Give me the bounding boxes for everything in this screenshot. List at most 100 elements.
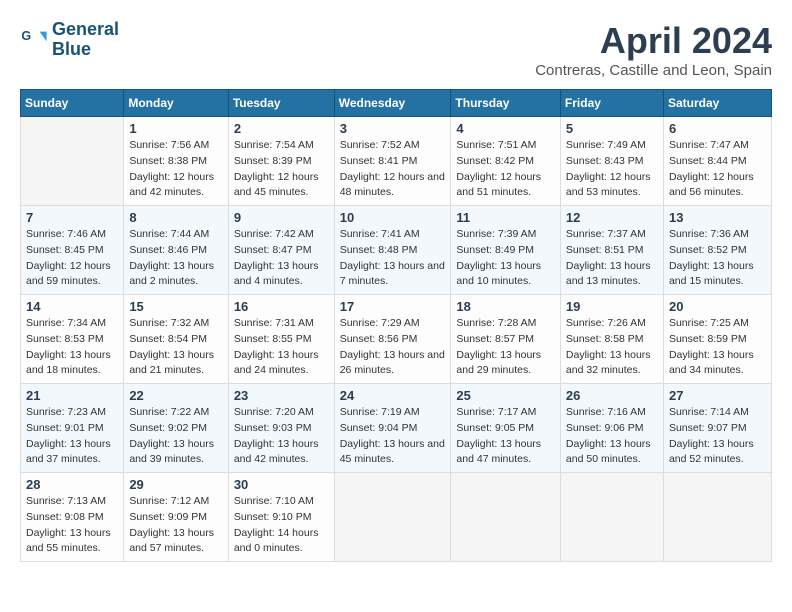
- calendar-day-cell: 22 Sunrise: 7:22 AMSunset: 9:02 PMDayligh…: [124, 384, 228, 473]
- calendar-day-cell: [560, 473, 663, 562]
- day-of-week-header: Wednesday: [334, 90, 451, 117]
- day-info: Sunrise: 7:51 AMSunset: 8:42 PMDaylight:…: [456, 138, 555, 201]
- day-info: Sunrise: 7:22 AMSunset: 9:02 PMDaylight:…: [129, 405, 222, 468]
- day-info: Sunrise: 7:52 AMSunset: 8:41 PMDaylight:…: [340, 138, 446, 201]
- day-info: Sunrise: 7:26 AMSunset: 8:58 PMDaylight:…: [566, 316, 658, 379]
- calendar-day-cell: [21, 117, 124, 206]
- day-info: Sunrise: 7:54 AMSunset: 8:39 PMDaylight:…: [234, 138, 329, 201]
- day-info: Sunrise: 7:42 AMSunset: 8:47 PMDaylight:…: [234, 227, 329, 290]
- day-number: 17: [340, 299, 446, 314]
- day-of-week-header: Sunday: [21, 90, 124, 117]
- day-number: 30: [234, 477, 329, 492]
- calendar-day-cell: [334, 473, 451, 562]
- day-of-week-header: Tuesday: [228, 90, 334, 117]
- calendar-day-cell: 5Sunrise: 7:49 AMSunset: 8:43 PMDaylight…: [560, 117, 663, 206]
- calendar-day-cell: 12 Sunrise: 7:37 AMSunset: 8:51 PMDayligh…: [560, 206, 663, 295]
- calendar-day-cell: 19 Sunrise: 7:26 AMSunset: 8:58 PMDayligh…: [560, 295, 663, 384]
- day-info: Sunrise: 7:37 AMSunset: 8:51 PMDaylight:…: [566, 227, 658, 290]
- calendar-day-cell: 16Sunrise: 7:31 AMSunset: 8:55 PMDayligh…: [228, 295, 334, 384]
- day-number: 4: [456, 121, 555, 136]
- day-info: Sunrise: 7:36 AMSunset: 8:52 PMDaylight:…: [669, 227, 766, 290]
- day-info: Sunrise: 7:56 AMSunset: 8:38 PMDaylight:…: [129, 138, 222, 201]
- day-number: 28: [26, 477, 118, 492]
- day-info: Sunrise: 7:39 AMSunset: 8:49 PMDaylight:…: [456, 227, 555, 290]
- calendar-week-row: 7Sunrise: 7:46 AMSunset: 8:45 PMDaylight…: [21, 206, 772, 295]
- calendar-week-row: 14 Sunrise: 7:34 AMSunset: 8:53 PMDayligh…: [21, 295, 772, 384]
- day-number: 20: [669, 299, 766, 314]
- day-info: Sunrise: 7:12 AMSunset: 9:09 PMDaylight:…: [129, 494, 222, 557]
- calendar-day-cell: 25 Sunrise: 7:17 AMSunset: 9:05 PMDayligh…: [451, 384, 561, 473]
- calendar-day-cell: 7Sunrise: 7:46 AMSunset: 8:45 PMDaylight…: [21, 206, 124, 295]
- day-number: 29: [129, 477, 222, 492]
- calendar-day-cell: 26 Sunrise: 7:16 AMSunset: 9:06 PMDayligh…: [560, 384, 663, 473]
- day-of-week-header: Saturday: [663, 90, 771, 117]
- calendar-day-cell: 3 Sunrise: 7:52 AMSunset: 8:41 PMDaylight…: [334, 117, 451, 206]
- day-info: Sunrise: 7:29 AMSunset: 8:56 PMDaylight:…: [340, 316, 446, 379]
- day-number: 1: [129, 121, 222, 136]
- day-number: 12: [566, 210, 658, 225]
- day-of-week-header: Thursday: [451, 90, 561, 117]
- day-info: Sunrise: 7:23 AMSunset: 9:01 PMDaylight:…: [26, 405, 118, 468]
- day-number: 13: [669, 210, 766, 225]
- day-number: 11: [456, 210, 555, 225]
- day-info: Sunrise: 7:34 AMSunset: 8:53 PMDaylight:…: [26, 316, 118, 379]
- calendar-week-row: 1 Sunrise: 7:56 AMSunset: 8:38 PMDaylight…: [21, 117, 772, 206]
- logo-text: General Blue: [52, 20, 119, 60]
- calendar-day-cell: 28Sunrise: 7:13 AMSunset: 9:08 PMDayligh…: [21, 473, 124, 562]
- calendar-day-cell: 13 Sunrise: 7:36 AMSunset: 8:52 PMDayligh…: [663, 206, 771, 295]
- calendar-day-cell: 11 Sunrise: 7:39 AMSunset: 8:49 PMDayligh…: [451, 206, 561, 295]
- location: Contreras, Castille and Leon, Spain: [535, 62, 772, 79]
- day-info: Sunrise: 7:19 AMSunset: 9:04 PMDaylight:…: [340, 405, 446, 468]
- logo-icon: G: [20, 26, 48, 54]
- day-of-week-header: Friday: [560, 90, 663, 117]
- calendar-day-cell: [451, 473, 561, 562]
- day-number: 8: [129, 210, 222, 225]
- day-info: Sunrise: 7:46 AMSunset: 8:45 PMDaylight:…: [26, 227, 118, 290]
- calendar-day-cell: 15Sunrise: 7:32 AMSunset: 8:54 PMDayligh…: [124, 295, 228, 384]
- day-info: Sunrise: 7:14 AMSunset: 9:07 PMDaylight:…: [669, 405, 766, 468]
- day-info: Sunrise: 7:17 AMSunset: 9:05 PMDaylight:…: [456, 405, 555, 468]
- day-number: 22: [129, 388, 222, 403]
- title-area: April 2024 Contreras, Castille and Leon,…: [535, 20, 772, 79]
- day-info: Sunrise: 7:10 AMSunset: 9:10 PMDaylight:…: [234, 494, 329, 557]
- day-number: 25: [456, 388, 555, 403]
- calendar-day-cell: 2 Sunrise: 7:54 AMSunset: 8:39 PMDaylight…: [228, 117, 334, 206]
- calendar-day-cell: 9 Sunrise: 7:42 AMSunset: 8:47 PMDaylight…: [228, 206, 334, 295]
- day-number: 9: [234, 210, 329, 225]
- day-info: Sunrise: 7:41 AMSunset: 8:48 PMDaylight:…: [340, 227, 446, 290]
- day-number: 21: [26, 388, 118, 403]
- header-row: SundayMondayTuesdayWednesdayThursdayFrid…: [21, 90, 772, 117]
- day-info: Sunrise: 7:20 AMSunset: 9:03 PMDaylight:…: [234, 405, 329, 468]
- calendar-week-row: 21 Sunrise: 7:23 AMSunset: 9:01 PMDayligh…: [21, 384, 772, 473]
- day-number: 23: [234, 388, 329, 403]
- calendar-day-cell: 30 Sunrise: 7:10 AMSunset: 9:10 PMDayligh…: [228, 473, 334, 562]
- day-number: 19: [566, 299, 658, 314]
- calendar-day-cell: 1 Sunrise: 7:56 AMSunset: 8:38 PMDaylight…: [124, 117, 228, 206]
- day-number: 16: [234, 299, 329, 314]
- calendar-table: SundayMondayTuesdayWednesdayThursdayFrid…: [20, 89, 772, 562]
- day-info: Sunrise: 7:16 AMSunset: 9:06 PMDaylight:…: [566, 405, 658, 468]
- calendar-day-cell: 27Sunrise: 7:14 AMSunset: 9:07 PMDayligh…: [663, 384, 771, 473]
- calendar-day-cell: 14 Sunrise: 7:34 AMSunset: 8:53 PMDayligh…: [21, 295, 124, 384]
- day-number: 2: [234, 121, 329, 136]
- day-number: 18: [456, 299, 555, 314]
- day-number: 14: [26, 299, 118, 314]
- day-number: 3: [340, 121, 446, 136]
- logo: G General Blue: [20, 20, 119, 60]
- day-number: 15: [129, 299, 222, 314]
- day-number: 26: [566, 388, 658, 403]
- calendar-week-row: 28Sunrise: 7:13 AMSunset: 9:08 PMDayligh…: [21, 473, 772, 562]
- month-year: April 2024: [535, 20, 772, 62]
- day-number: 10: [340, 210, 446, 225]
- day-info: Sunrise: 7:25 AMSunset: 8:59 PMDaylight:…: [669, 316, 766, 379]
- day-info: Sunrise: 7:47 AMSunset: 8:44 PMDaylight:…: [669, 138, 766, 201]
- calendar-day-cell: 4 Sunrise: 7:51 AMSunset: 8:42 PMDaylight…: [451, 117, 561, 206]
- calendar-day-cell: 17 Sunrise: 7:29 AMSunset: 8:56 PMDayligh…: [334, 295, 451, 384]
- day-number: 24: [340, 388, 446, 403]
- day-number: 5: [566, 121, 658, 136]
- page-header: G General Blue April 2024 Contreras, Cas…: [20, 20, 772, 79]
- day-info: Sunrise: 7:28 AMSunset: 8:57 PMDaylight:…: [456, 316, 555, 379]
- day-info: Sunrise: 7:44 AMSunset: 8:46 PMDaylight:…: [129, 227, 222, 290]
- calendar-day-cell: 8 Sunrise: 7:44 AMSunset: 8:46 PMDaylight…: [124, 206, 228, 295]
- calendar-day-cell: 10 Sunrise: 7:41 AMSunset: 8:48 PMDayligh…: [334, 206, 451, 295]
